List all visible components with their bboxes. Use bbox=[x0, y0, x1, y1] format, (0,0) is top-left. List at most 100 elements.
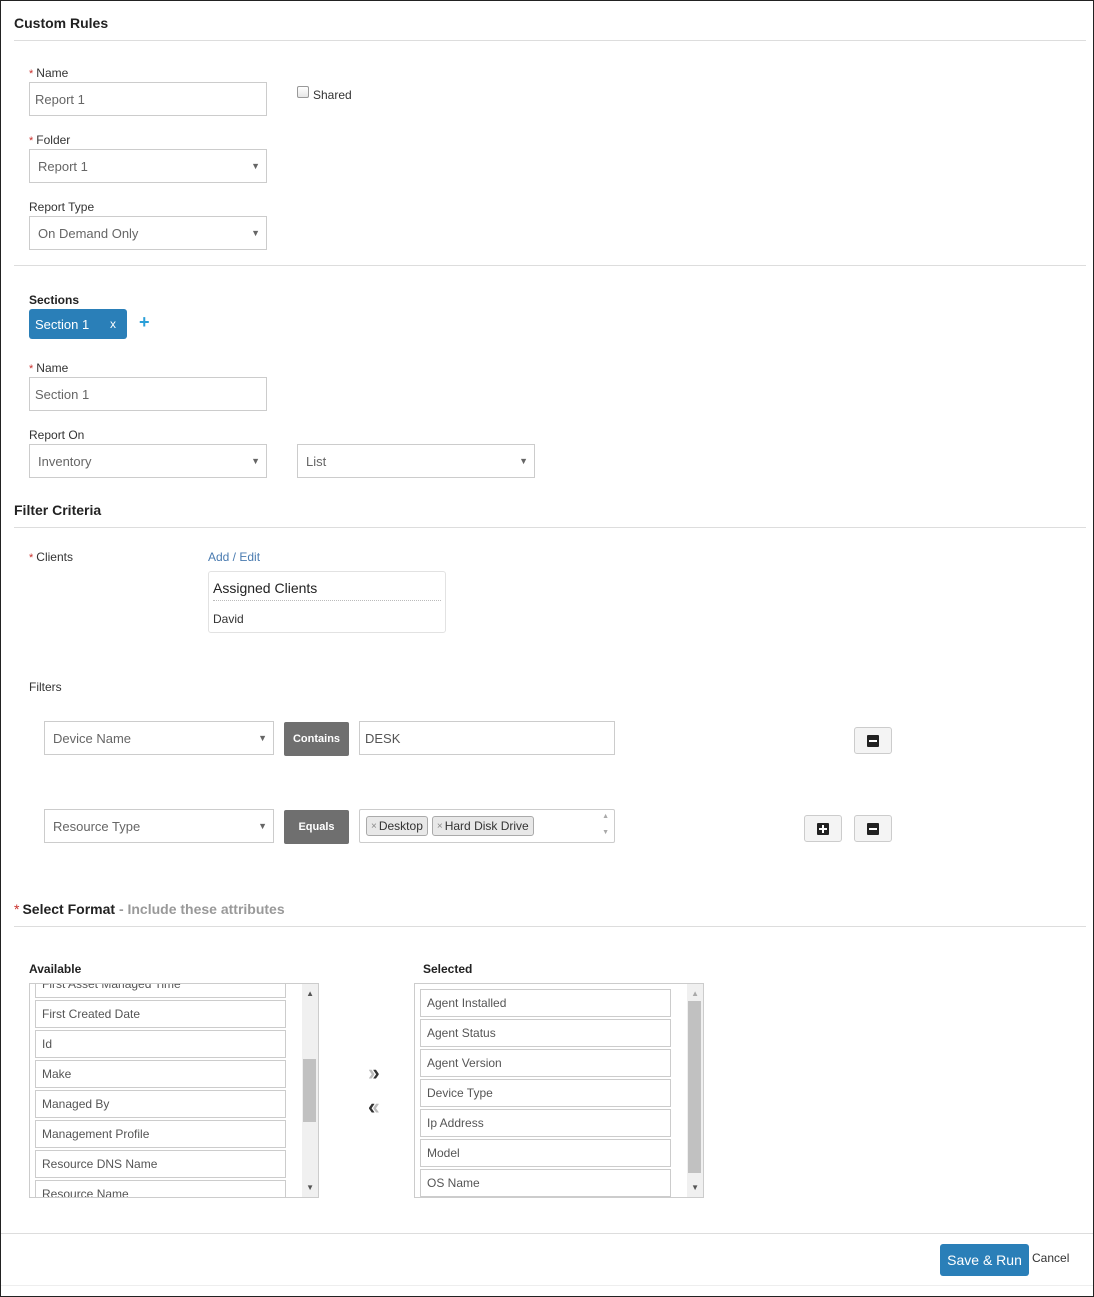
report-type-value: On Demand Only bbox=[38, 225, 139, 241]
assigned-clients-panel: Assigned Clients David bbox=[208, 571, 446, 633]
filter-value-text: DESK bbox=[365, 730, 401, 746]
selected-list[interactable]: ▲ ▼ Agent Installed Agent Status Agent Ver… bbox=[414, 983, 704, 1198]
add-filter-button[interactable] bbox=[804, 815, 842, 842]
report-on-label: Report On bbox=[29, 428, 85, 442]
required-marker: * bbox=[29, 552, 34, 564]
filter-field-value: Device Name bbox=[53, 730, 132, 746]
report-divider bbox=[14, 265, 1086, 266]
filter-operator-button[interactable]: Equals bbox=[284, 810, 349, 844]
cancel-button[interactable]: Cancel bbox=[1032, 1251, 1069, 1265]
view-type-select[interactable]: List ▼ bbox=[297, 444, 535, 478]
list-item[interactable]: OS Name bbox=[420, 1169, 671, 1197]
remove-filter-button[interactable] bbox=[854, 727, 892, 754]
page-title: Custom Rules bbox=[14, 15, 109, 31]
move-left-button[interactable]: ‹‹ bbox=[368, 1094, 380, 1120]
scroll-down-icon[interactable]: ▼ bbox=[691, 1183, 699, 1192]
remove-filter-button[interactable] bbox=[854, 815, 892, 842]
section-name-label-text: Name bbox=[36, 361, 69, 375]
tag-remove-icon[interactable]: × bbox=[437, 821, 443, 832]
folder-label: * Folder bbox=[29, 133, 70, 147]
list-item[interactable]: First Asset Managed Time bbox=[35, 984, 286, 998]
available-scroll-thumb[interactable] bbox=[303, 1059, 316, 1122]
format-divider bbox=[14, 926, 1086, 927]
tag-desktop: × Desktop bbox=[366, 816, 428, 836]
folder-label-text: Folder bbox=[36, 133, 71, 147]
section-tab-label: Section 1 bbox=[35, 316, 90, 332]
scroll-up-icon[interactable]: ▲ bbox=[602, 813, 609, 820]
report-name-input[interactable]: Report 1 bbox=[29, 82, 267, 116]
scroll-up-icon[interactable]: ▲ bbox=[306, 989, 314, 998]
select-format-title-text: Select Format bbox=[22, 901, 116, 917]
list-item[interactable]: Agent Version bbox=[420, 1049, 671, 1077]
shared-checkbox[interactable] bbox=[297, 86, 309, 98]
report-type-label: Report Type bbox=[29, 200, 95, 214]
tag-label: Hard Disk Drive bbox=[444, 819, 529, 833]
add-edit-clients-link[interactable]: Add / Edit bbox=[208, 550, 260, 564]
scroll-up-icon[interactable]: ▲ bbox=[691, 989, 699, 998]
name-label: * Name bbox=[29, 66, 68, 80]
list-item[interactable]: Model bbox=[420, 1139, 671, 1167]
tag-hard-disk-drive: × Hard Disk Drive bbox=[431, 816, 534, 836]
list-item[interactable]: Device Type bbox=[420, 1079, 671, 1107]
tag-label: Desktop bbox=[378, 819, 423, 833]
clients-label: * Clients bbox=[29, 550, 73, 564]
footer-divider bbox=[1, 1233, 1093, 1234]
bottom-divider bbox=[1, 1285, 1093, 1286]
filter-operator-button[interactable]: Contains bbox=[284, 722, 349, 756]
list-item[interactable]: Ip Address bbox=[420, 1109, 671, 1137]
section-name-value: Section 1 bbox=[35, 386, 90, 402]
list-item[interactable]: Managed By bbox=[35, 1090, 286, 1118]
tab-section-1[interactable]: Section 1 x bbox=[29, 309, 127, 339]
add-section-button[interactable]: + bbox=[139, 312, 150, 333]
filter-field-select[interactable]: Device Name ▼ bbox=[44, 721, 274, 755]
client-item: David bbox=[213, 612, 244, 626]
list-item[interactable]: Resource Name bbox=[35, 1180, 286, 1197]
dropdown-arrow-icon: ▼ bbox=[251, 161, 260, 171]
list-item[interactable]: Resource DNS Name bbox=[35, 1150, 286, 1178]
folder-value: Report 1 bbox=[38, 158, 88, 174]
close-icon[interactable]: x bbox=[110, 317, 116, 331]
report-type-select[interactable]: On Demand Only ▼ bbox=[29, 216, 267, 250]
list-item[interactable]: Make bbox=[35, 1060, 286, 1088]
view-type-value: List bbox=[306, 453, 327, 469]
filter-value-input[interactable]: DESK bbox=[359, 721, 615, 755]
required-marker: * bbox=[14, 901, 20, 917]
scroll-down-icon[interactable]: ▼ bbox=[306, 1183, 314, 1192]
selected-label: Selected bbox=[423, 962, 473, 976]
section-name-label: * Name bbox=[29, 361, 68, 375]
list-item[interactable]: First Created Date bbox=[35, 1000, 286, 1028]
save-and-run-button[interactable]: Save & Run bbox=[940, 1244, 1029, 1276]
required-marker: * bbox=[29, 363, 34, 375]
select-format-subtitle: - Include these attributes bbox=[118, 901, 285, 917]
filters-label: Filters bbox=[29, 680, 62, 694]
dropdown-arrow-icon: ▼ bbox=[519, 456, 528, 466]
list-item[interactable]: Agent Installed bbox=[420, 989, 671, 1017]
required-marker: * bbox=[29, 68, 34, 80]
select-format-title: * Select Format - Include these attribute… bbox=[14, 901, 285, 917]
dropdown-arrow-icon: ▼ bbox=[251, 456, 260, 466]
section-name-input[interactable]: Section 1 bbox=[29, 377, 267, 411]
tag-remove-icon[interactable]: × bbox=[371, 821, 377, 832]
list-item[interactable]: Id bbox=[35, 1030, 286, 1058]
filter-field-select[interactable]: Resource Type ▼ bbox=[44, 809, 274, 843]
folder-select[interactable]: Report 1 ▼ bbox=[29, 149, 267, 183]
scroll-down-icon[interactable]: ▼ bbox=[602, 829, 609, 836]
clients-label-text: Clients bbox=[36, 550, 73, 564]
available-list[interactable]: ▲ ▼ First Asset Managed Time First Create… bbox=[29, 983, 319, 1198]
required-marker: * bbox=[29, 135, 34, 147]
shared-label[interactable]: Shared bbox=[313, 88, 352, 102]
sections-label: Sections bbox=[29, 293, 80, 307]
filter-tags-input[interactable]: × Desktop × Hard Disk Drive ▲ ▼ bbox=[359, 809, 615, 843]
list-item[interactable]: Agent Status bbox=[420, 1019, 671, 1047]
list-item[interactable]: Management Profile bbox=[35, 1120, 286, 1148]
assigned-clients-title: Assigned Clients bbox=[213, 580, 318, 596]
plus-square-icon bbox=[817, 822, 829, 835]
selected-scroll-thumb[interactable] bbox=[688, 1001, 701, 1173]
dropdown-arrow-icon: ▼ bbox=[258, 733, 267, 743]
minus-square-icon bbox=[867, 734, 879, 747]
report-name-value: Report 1 bbox=[35, 91, 85, 107]
move-right-button[interactable]: ›› bbox=[368, 1060, 380, 1086]
available-label: Available bbox=[29, 962, 82, 976]
filter-divider bbox=[14, 527, 1086, 528]
report-on-select[interactable]: Inventory ▼ bbox=[29, 444, 267, 478]
